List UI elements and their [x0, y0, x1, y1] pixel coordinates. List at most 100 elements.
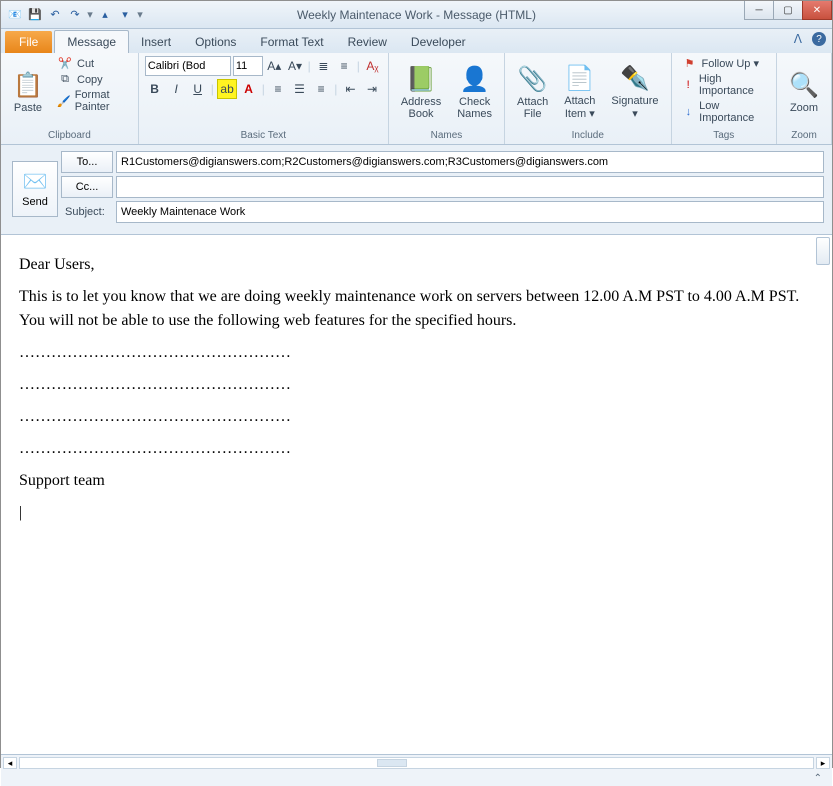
message-body-container: Dear Users, This is to let you know that… [1, 234, 832, 754]
tab-insert[interactable]: Insert [129, 31, 183, 53]
to-input[interactable] [116, 151, 824, 173]
follow-up-button[interactable]: ⚑Follow Up ▾ [678, 56, 770, 71]
cc-button[interactable]: Cc... [61, 176, 113, 198]
high-importance-button[interactable]: !High Importance [678, 72, 770, 98]
grow-font-icon[interactable]: A▴ [265, 56, 284, 76]
check-names-button[interactable]: 👤Check Names [451, 56, 498, 128]
title-bar: 📧 💾 ↶ ↷ ▾ ▴ ▾ ▾ Weekly Maintenace Work -… [1, 1, 832, 29]
format-painter-button[interactable]: 🖌️Format Painter [53, 88, 132, 114]
group-basic-text: A▴ A▾ | ≣ ≡ | Aᵪ B I U | ab A | ≡ ☰ ≡ | … [139, 53, 389, 144]
ribbon-tabs: File Message Insert Options Format Text … [1, 29, 832, 53]
signature-icon: ✒️ [620, 64, 650, 93]
message-body[interactable]: Dear Users, This is to let you know that… [1, 235, 832, 543]
outlook-icon[interactable]: 📧 [7, 7, 23, 23]
italic-icon[interactable]: I [166, 79, 186, 99]
bold-icon[interactable]: B [145, 79, 165, 99]
expand-caret-icon[interactable]: ⌃ [814, 773, 822, 784]
to-button[interactable]: To... [61, 151, 113, 173]
body-signoff: Support team [19, 469, 814, 493]
clear-format-icon[interactable]: Aᵪ [363, 56, 382, 76]
subject-input[interactable] [116, 201, 824, 223]
group-label-basic-text: Basic Text [145, 128, 382, 144]
send-button[interactable]: ✉️ Send [12, 161, 58, 217]
address-book-icon: 📗 [406, 65, 436, 94]
qat-divider: ▾ [87, 8, 93, 21]
align-center-icon[interactable]: ☰ [290, 79, 310, 99]
status-bar: ⌃ [1, 770, 832, 786]
font-name-combo[interactable] [145, 56, 231, 76]
body-greeting: Dear Users, [19, 253, 814, 277]
subject-label: Subject: [61, 206, 113, 218]
low-importance-icon: ↓ [682, 106, 696, 118]
ribbon: 📋 Paste ✂️Cut ⧉Copy 🖌️Format Painter Cli… [1, 53, 832, 145]
redo-icon[interactable]: ↷ [67, 7, 83, 23]
group-label-include: Include [511, 128, 664, 144]
low-importance-button[interactable]: ↓Low Importance [678, 99, 770, 125]
cut-icon: ✂️ [57, 57, 73, 70]
file-tab[interactable]: File [5, 31, 52, 53]
previous-item-icon[interactable]: ▴ [97, 7, 113, 23]
tab-format-text[interactable]: Format Text [248, 31, 335, 53]
paste-button[interactable]: 📋 Paste [7, 56, 49, 128]
align-left-icon[interactable]: ≡ [268, 79, 288, 99]
check-names-icon: 👤 [460, 65, 490, 94]
scroll-left-icon[interactable]: ◂ [3, 757, 17, 769]
tab-developer[interactable]: Developer [399, 31, 478, 53]
body-dots-3: …………………………………………… [19, 405, 814, 429]
compose-header: ✉️ Send To... Cc... Subject: [1, 145, 832, 234]
bullets-icon[interactable]: ≣ [314, 56, 333, 76]
cut-button[interactable]: ✂️Cut [53, 56, 132, 71]
align-right-icon[interactable]: ≡ [311, 79, 331, 99]
shrink-font-icon[interactable]: A▾ [286, 56, 305, 76]
paste-icon: 📋 [13, 71, 43, 100]
increase-indent-icon[interactable]: ⇥ [362, 79, 382, 99]
numbering-icon[interactable]: ≡ [335, 56, 354, 76]
flag-icon: ⚑ [682, 57, 698, 70]
scroll-track[interactable] [19, 757, 814, 769]
window-controls: ─ ▢ ✕ [745, 1, 832, 20]
tab-options[interactable]: Options [183, 31, 248, 53]
next-item-icon[interactable]: ▾ [117, 7, 133, 23]
address-book-button[interactable]: 📗Address Book [395, 56, 447, 128]
tab-message[interactable]: Message [54, 30, 129, 53]
zoom-button[interactable]: 🔍Zoom [783, 56, 825, 128]
highlight-icon[interactable]: ab [217, 79, 237, 99]
font-size-combo[interactable] [233, 56, 263, 76]
save-icon[interactable]: 💾 [27, 7, 43, 23]
group-label-clipboard: Clipboard [7, 128, 132, 144]
attach-item-icon: 📄 [565, 64, 595, 93]
body-para1: This is to let you know that we are doin… [19, 285, 814, 333]
send-icon: ✉️ [23, 169, 48, 194]
group-clipboard: 📋 Paste ✂️Cut ⧉Copy 🖌️Format Painter Cli… [1, 53, 139, 144]
underline-icon[interactable]: U [188, 79, 208, 99]
attach-item-button[interactable]: 📄Attach Item ▾ [558, 56, 601, 128]
copy-button[interactable]: ⧉Copy [53, 72, 132, 87]
minimize-ribbon-icon[interactable]: ᐱ [794, 32, 802, 46]
body-cursor: | [19, 501, 814, 525]
group-names: 📗Address Book 👤Check Names Names [389, 53, 505, 144]
scroll-right-icon[interactable]: ▸ [816, 757, 830, 769]
zoom-slider-handle[interactable] [816, 237, 830, 265]
font-color-icon[interactable]: A [239, 79, 259, 99]
group-label-names: Names [395, 128, 498, 144]
tab-review[interactable]: Review [336, 31, 399, 53]
group-label-tags: Tags [678, 128, 770, 144]
group-tags: ⚑Follow Up ▾ !High Importance ↓Low Impor… [672, 53, 777, 144]
help-icon[interactable]: ? [812, 32, 826, 46]
high-importance-icon: ! [682, 79, 695, 91]
signature-button[interactable]: ✒️Signature ▾ [605, 56, 664, 128]
decrease-indent-icon[interactable]: ⇤ [341, 79, 361, 99]
quick-access-toolbar: 📧 💾 ↶ ↷ ▾ ▴ ▾ ▾ [1, 7, 149, 23]
close-button[interactable]: ✕ [802, 1, 832, 20]
cc-input[interactable] [116, 176, 824, 198]
copy-icon: ⧉ [57, 73, 73, 86]
group-zoom: 🔍Zoom Zoom [777, 53, 832, 144]
attach-file-button[interactable]: 📎Attach File [511, 56, 554, 128]
scroll-thumb[interactable] [377, 759, 407, 767]
undo-icon[interactable]: ↶ [47, 7, 63, 23]
window-title: Weekly Maintenace Work - Message (HTML) [297, 8, 536, 22]
maximize-button[interactable]: ▢ [773, 1, 803, 20]
qat-customize[interactable]: ▾ [137, 8, 143, 21]
minimize-button[interactable]: ─ [744, 1, 774, 20]
body-dots-2: …………………………………………… [19, 373, 814, 397]
